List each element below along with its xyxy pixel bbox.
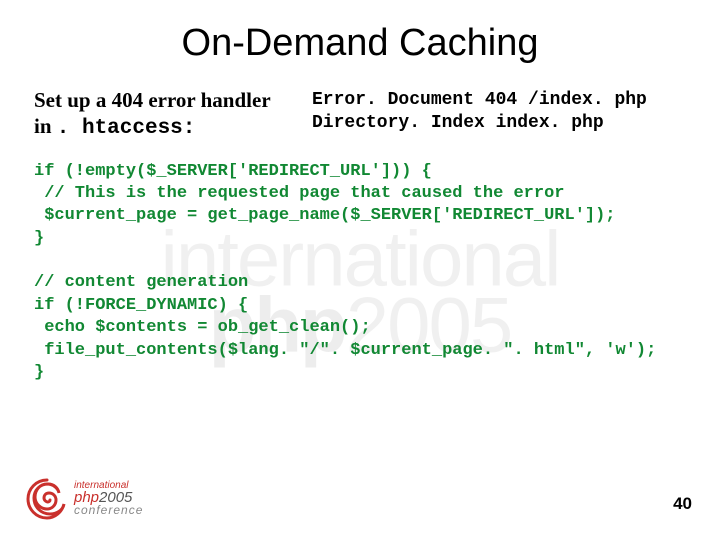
- intro-text: Set up a 404 error handler in . htaccess…: [34, 87, 284, 143]
- htaccess-config: Error. Document 404 /index. php Director…: [312, 87, 647, 136]
- logo-line3: conference: [74, 505, 143, 516]
- slide: international php2005 On-Demand Caching …: [0, 0, 720, 540]
- logo-swirl-icon: [24, 476, 70, 522]
- code-block-1: if (!empty($_SERVER['REDIRECT_URL'])) { …: [34, 161, 686, 251]
- code-block-2: // content generation if (!FORCE_DYNAMIC…: [34, 272, 686, 384]
- footer-logo: international php2005 conference: [24, 476, 143, 522]
- slide-content: Set up a 404 error handler in . htaccess…: [0, 65, 720, 384]
- slide-title: On-Demand Caching: [0, 0, 720, 65]
- intro-mono: . htaccess:: [57, 117, 196, 140]
- logo-text: international php2005 conference: [74, 481, 143, 516]
- intro-row: Set up a 404 error handler in . htaccess…: [34, 87, 686, 143]
- page-number: 40: [673, 494, 692, 514]
